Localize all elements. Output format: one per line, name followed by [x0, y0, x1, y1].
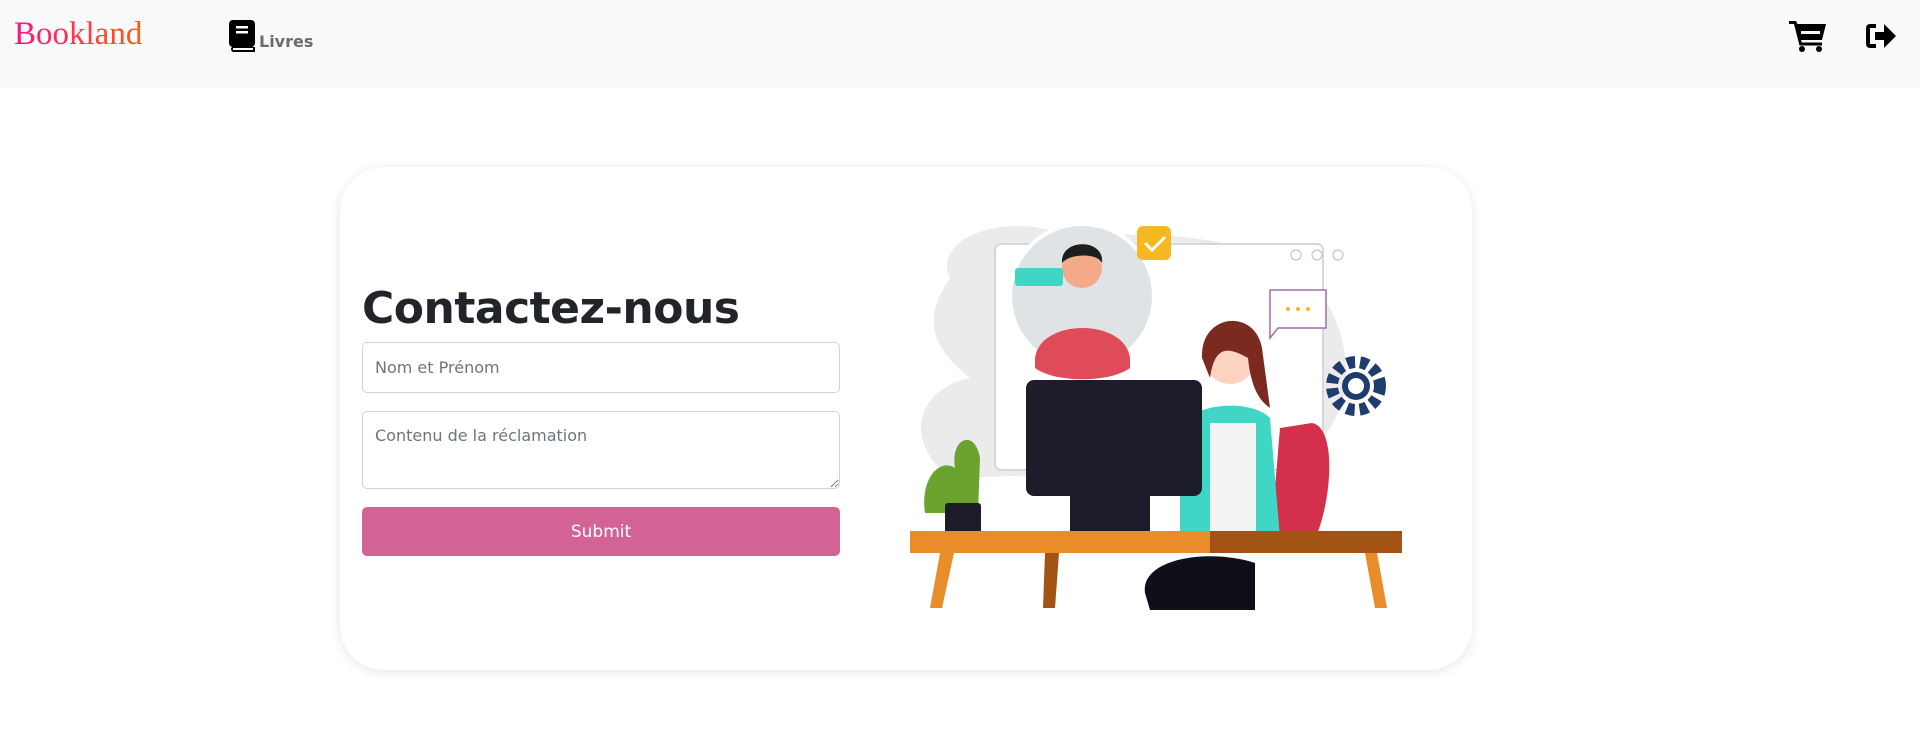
nav-link-livres[interactable]: Livres [229, 20, 313, 52]
book-icon [229, 20, 255, 52]
logout-button[interactable] [1865, 23, 1897, 53]
logout-icon [1866, 24, 1896, 48]
customer-support-illustration [910, 222, 1402, 610]
cart-button[interactable] [1789, 20, 1827, 56]
name-input[interactable] [362, 342, 840, 393]
submit-button[interactable]: Submit [362, 507, 840, 556]
complaint-textarea[interactable] [362, 411, 840, 489]
navbar: Bookland Livres [0, 0, 1920, 88]
cart-icon [1789, 21, 1826, 52]
brand-logo[interactable]: Bookland [14, 16, 142, 53]
page-title: Contactez-nous [362, 283, 740, 334]
nav-link-label: Livres [259, 32, 314, 51]
